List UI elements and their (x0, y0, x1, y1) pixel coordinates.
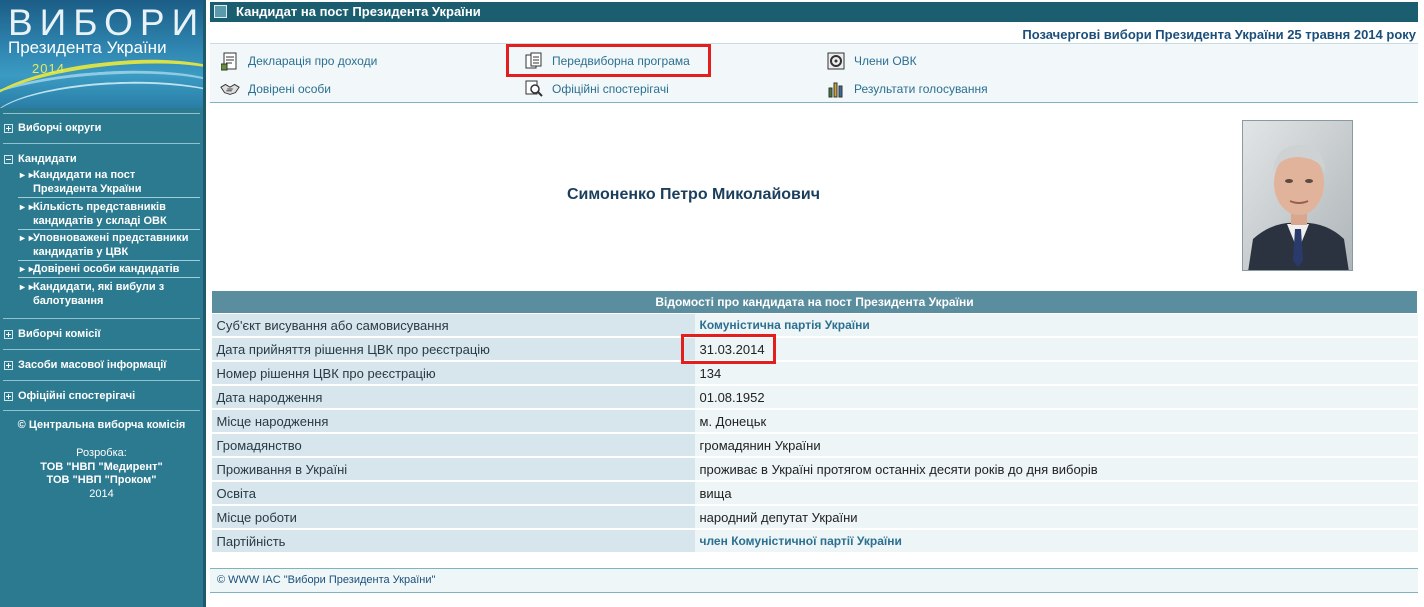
table-row: Суб'єкт висування або самовисування Кому… (211, 313, 1418, 338)
dev-org-1: ТОВ "НВП "Медирент" (40, 460, 163, 473)
bar-chart-icon (826, 79, 846, 99)
row-label: Дата народження (211, 385, 695, 410)
gear-icon (826, 51, 846, 71)
page-title: Кандидат на пост Президента України (236, 4, 481, 19)
row-value: м. Донецьк (694, 409, 1418, 434)
table-row: Освіта вища (211, 481, 1418, 506)
menu-declaration[interactable]: Декларація про доходи (220, 51, 377, 71)
menu-voting-results[interactable]: Результати голосування (826, 79, 988, 99)
menu-observers[interactable]: Офіційні спостерігачі (524, 79, 669, 99)
table-row: Дата прийняття рішення ЦВК про реєстраці… (211, 337, 1418, 362)
highlight-box (681, 334, 776, 364)
sidebar-subitem-candidates-list[interactable]: ►► Кандидати на пост Президента України (18, 168, 200, 196)
candidate-name: Симоненко Петро Миколайович (567, 186, 821, 203)
row-value: громадянин України (694, 433, 1418, 458)
logo-subtitle: Президента України (8, 38, 167, 57)
menu-ovk-members[interactable]: Члени ОВК (826, 51, 917, 71)
sidebar-subitem-ovk-representatives[interactable]: ►► Кількість представників кандидатів у … (18, 200, 200, 228)
footer-text: © WWW IAC "Вибори Президента України" (217, 574, 436, 586)
row-label: Освіта (211, 481, 695, 506)
expand-icon (4, 360, 13, 370)
candidate-menu: Декларація про доходи Передвиборна прогр… (210, 43, 1418, 103)
row-value: проживає в Україні протягом останніх дес… (694, 457, 1418, 482)
sidebar-item-media[interactable]: Засоби масової інформації (4, 357, 166, 373)
handshake-icon (220, 79, 240, 99)
sidebar-copyright: © Центральна виборча комісія (17, 419, 186, 431)
sidebar-item-districts[interactable]: Виборчі округи (4, 120, 101, 136)
double-arrow-icon: ►► (18, 233, 36, 243)
expand-icon (4, 123, 13, 133)
expand-icon (4, 391, 13, 401)
double-arrow-icon: ►► (18, 202, 36, 212)
table-row: Проживання в Україні проживає в Україні … (211, 457, 1418, 482)
row-value: 134 (694, 361, 1418, 386)
sidebar-subitem-cvk-representatives[interactable]: ►► Уповноважені представники кандидатів … (18, 231, 200, 259)
row-label: Місце народження (211, 409, 695, 434)
row-value-link[interactable]: Комуністична партія України (694, 313, 1418, 338)
table-row: Громадянство громадянин України (211, 433, 1418, 458)
page-footer: © WWW IAC "Вибори Президента України" (210, 568, 1418, 593)
highlight-box (506, 44, 711, 77)
menu-label: Результати голосування (854, 82, 988, 96)
row-value: вища (694, 481, 1418, 506)
developer-credits: Розробка: ТОВ "НВП "Медирент" ТОВ "НВП "… (0, 447, 203, 501)
sidebar: ВИБОРИ Президента України 2014 Виборчі о… (0, 0, 203, 607)
table-row: Партійність член Комуністичної партії Ук… (211, 529, 1418, 554)
candidate-photo (1242, 120, 1353, 271)
document-icon (220, 51, 240, 71)
row-label: Суб'єкт висування або самовисування (211, 313, 695, 338)
election-subtitle: Позачергові вибори Президента України 25… (1022, 27, 1416, 42)
title-square-icon (214, 5, 227, 18)
sidebar-item-candidates[interactable]: Кандидати (4, 151, 77, 167)
sidebar-border (203, 0, 206, 607)
table-row: Дата народження 01.08.1952 (211, 385, 1418, 410)
row-value: 31.03.2014 (694, 337, 1418, 362)
double-arrow-icon: ►► (18, 282, 36, 292)
magnifier-icon (524, 79, 544, 99)
menu-label: Декларація про доходи (248, 54, 378, 68)
sidebar-subitem-trusted-persons[interactable]: ►► Довірені особи кандидатів (18, 262, 200, 276)
sidebar-item-label: Засоби масової інформації (18, 359, 167, 371)
sidebar-item-commissions[interactable]: Виборчі комісії (4, 326, 101, 342)
double-arrow-icon: ►► (18, 170, 36, 180)
row-label: Громадянство (211, 433, 695, 458)
sidebar-subitem-withdrawn-candidates[interactable]: ►► Кандидати, які вибули з балотування (18, 280, 200, 308)
row-label: Партійність (211, 529, 695, 554)
row-value-link[interactable]: член Комуністичної партії України (694, 529, 1418, 554)
table-row: Номер рішення ЦВК про реєстрацію 134 (211, 361, 1418, 386)
sidebar-item-label: Виборчі комісії (18, 328, 101, 340)
collapse-icon (4, 154, 13, 164)
sidebar-item-label: Кандидати (18, 153, 77, 165)
menu-trusted-persons[interactable]: Довірені особи (220, 79, 331, 99)
elections-logo[interactable]: ВИБОРИ Президента України 2014 (0, 0, 203, 108)
row-value: 01.08.1952 (694, 385, 1418, 410)
logo-year: 2014 (32, 61, 65, 76)
table-row: Місце роботи народний депутат України (211, 505, 1418, 530)
expand-icon (4, 329, 13, 339)
menu-label: Довірені особи (248, 82, 332, 96)
row-label: Номер рішення ЦВК про реєстрацію (211, 361, 695, 386)
candidate-info-table: Відомості про кандидата на пост Президен… (211, 290, 1418, 554)
menu-label: Офіційні спостерігачі (552, 82, 669, 96)
table-title: Відомості про кандидата на пост Президен… (211, 290, 1418, 314)
menu-label: Члени ОВК (854, 54, 917, 68)
dev-year: 2014 (89, 487, 114, 500)
sidebar-item-label: Офіційні спостерігачі (18, 390, 136, 402)
dev-org-2: ТОВ "НВП "Проком" (46, 474, 157, 486)
sidebar-item-observers[interactable]: Офіційні спостерігачі (4, 388, 135, 404)
row-label: Проживання в Україні (211, 457, 695, 482)
dev-label: Розробка: (76, 447, 127, 459)
table-row: Місце народження м. Донецьк (211, 409, 1418, 434)
row-label: Дата прийняття рішення ЦВК про реєстраці… (211, 337, 695, 362)
row-value: народний депутат України (694, 505, 1418, 530)
row-label: Місце роботи (211, 505, 695, 530)
sidebar-item-label: Виборчі округи (18, 122, 102, 134)
page-title-bar: Кандидат на пост Президента України (210, 2, 1418, 22)
double-arrow-icon: ►► (18, 264, 36, 274)
